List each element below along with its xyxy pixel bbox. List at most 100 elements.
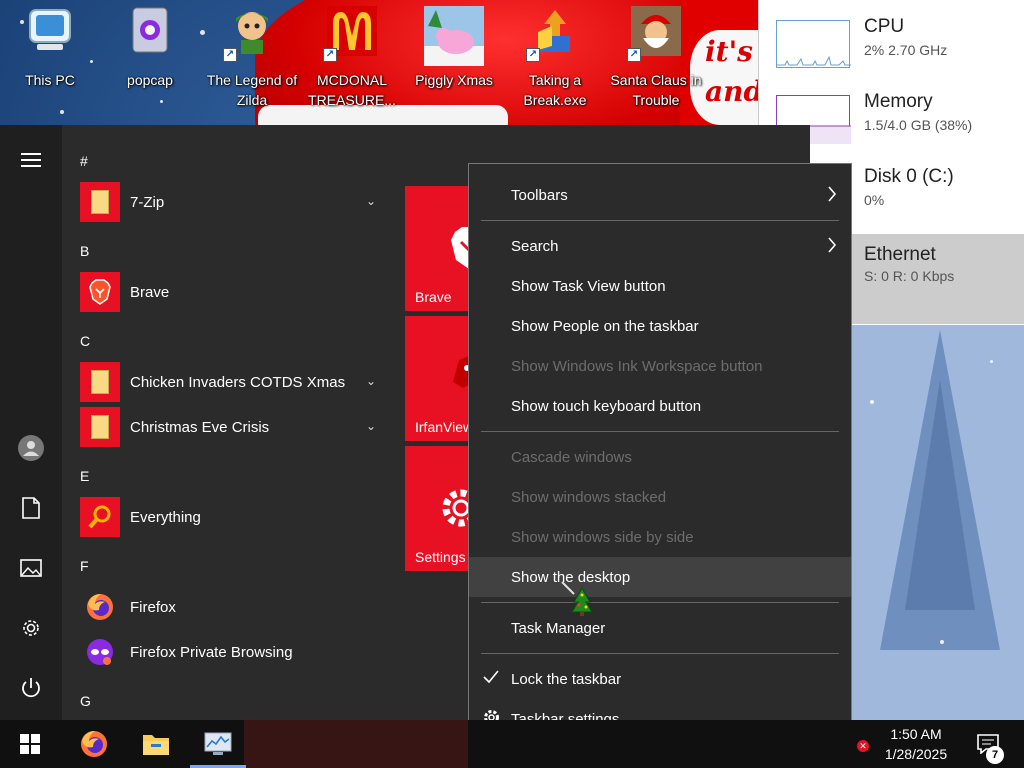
menu-separator xyxy=(481,602,839,603)
group-letter[interactable]: G xyxy=(80,693,91,709)
taskbar-context-menu: Toolbars Search Show Task View button Sh… xyxy=(468,163,852,749)
windows-logo-icon xyxy=(20,734,40,754)
chevron-down-icon[interactable]: ⌄ xyxy=(366,374,376,388)
menu-item-label: Show touch keyboard button xyxy=(511,397,702,415)
chevron-down-icon[interactable]: ⌄ xyxy=(366,194,376,208)
documents-icon[interactable] xyxy=(10,487,52,529)
computer-icon xyxy=(25,6,75,56)
app-name: Christmas Eve Crisis xyxy=(130,418,270,436)
tm-row-cpu[interactable]: CPU 2% 2.70 GHz xyxy=(759,6,1024,78)
pictures-icon[interactable] xyxy=(10,547,52,589)
chevron-right-icon xyxy=(827,186,837,207)
app-name: Everything xyxy=(130,508,201,526)
gear-icon[interactable] xyxy=(10,607,52,649)
menu-item-label: Show windows side by side xyxy=(511,528,694,546)
search-icon xyxy=(80,497,120,537)
tm-row-title: Disk 0 (C:) xyxy=(864,166,954,187)
game-icon: ↗ xyxy=(627,6,681,62)
app-item-7-zip[interactable]: 7-Zip ⌄ xyxy=(80,182,390,222)
desktop-icon-mcdonal-treasure[interactable]: ↗ MCDONAL TREASURE... xyxy=(302,6,402,118)
app-item-christmas-eve-crisis[interactable]: Christmas Eve Crisis ⌄ xyxy=(80,407,390,447)
app-item-everything[interactable]: Everything xyxy=(80,497,390,537)
tile-label: Settings xyxy=(415,549,466,565)
taskbar: ✕ 1:50 AM 1/28/2025 7 xyxy=(0,720,1024,768)
app-name: Brave xyxy=(130,283,170,301)
desktop-icon-taking-a-break[interactable]: ↗ Taking a Break.exe xyxy=(505,6,605,118)
shortcut-arrow-icon: ↗ xyxy=(627,48,641,62)
desktop-icon-label: Santa Claus in Trouble xyxy=(610,72,702,108)
desktop-icon-santa-claus-in-trouble[interactable]: ↗ Santa Claus in Trouble xyxy=(606,6,706,118)
menu-separator xyxy=(481,653,839,654)
desktop-icon-label: Taking a Break.exe xyxy=(523,72,587,108)
menu-item-show-windows-stacked: Show windows stacked xyxy=(469,477,851,517)
desktop-icon-label: The Legend of Zilda xyxy=(206,72,298,108)
desktop-icon-legend-of-zilda[interactable]: ↗ The Legend of Zilda xyxy=(202,6,302,118)
app-item-firefox[interactable]: Firefox xyxy=(80,587,390,627)
menu-item-show-people[interactable]: Show People on the taskbar xyxy=(469,306,851,346)
taskbar-firefox-button[interactable] xyxy=(66,720,122,768)
power-icon[interactable] xyxy=(10,667,52,709)
start-button[interactable] xyxy=(4,720,56,768)
group-letter[interactable]: F xyxy=(80,558,89,574)
app-item-chicken-invaders[interactable]: Chicken Invaders COTDS Xmas ⌄ xyxy=(80,362,390,402)
desktop-icon-popcap[interactable]: popcap xyxy=(100,6,200,118)
clock-date: 1/28/2025 xyxy=(884,746,948,762)
chevron-down-icon[interactable]: ⌄ xyxy=(366,419,376,433)
app-item-firefox-private[interactable]: Firefox Private Browsing xyxy=(80,632,390,672)
menu-item-label: Cascade windows xyxy=(511,448,632,466)
hamburger-menu-icon[interactable] xyxy=(10,139,52,181)
menu-item-lock-taskbar[interactable]: Lock the taskbar xyxy=(469,659,851,699)
tm-row-subtitle: 0% xyxy=(864,192,885,208)
start-rail xyxy=(0,125,62,720)
folder-icon xyxy=(80,182,120,222)
app-name: Firefox xyxy=(130,598,176,616)
chevron-right-icon xyxy=(827,237,837,258)
network-error-icon[interactable]: ✕ xyxy=(857,740,869,752)
group-letter[interactable]: E xyxy=(80,468,89,484)
menu-item-label: Lock the taskbar xyxy=(511,670,622,688)
taskbar-clock[interactable]: 1:50 AM 1/28/2025 xyxy=(870,724,962,764)
tile-brave[interactable]: Brave xyxy=(405,186,471,311)
tm-row-title: Ethernet xyxy=(864,244,936,265)
menu-item-label: Show Task View button xyxy=(511,277,666,295)
menu-item-label: Show windows stacked xyxy=(511,488,667,506)
group-letter[interactable]: # xyxy=(80,153,88,169)
desktop-icon-piggly-xmas[interactable]: Piggly Xmas xyxy=(404,6,504,118)
menu-item-toolbars[interactable]: Toolbars xyxy=(469,175,851,215)
user-avatar-icon[interactable] xyxy=(10,427,52,469)
menu-item-show-desktop[interactable]: Show the desktop xyxy=(469,557,851,597)
folder-icon xyxy=(125,6,175,56)
checkmark-icon xyxy=(483,669,499,690)
gear-icon xyxy=(439,486,471,535)
taskbar-task-manager-button[interactable] xyxy=(190,720,246,768)
desktop-icon-this-pc[interactable]: This PC xyxy=(0,6,100,118)
mcdonalds-icon: ↗ xyxy=(323,6,377,62)
tree-icon xyxy=(905,380,975,610)
tile-settings[interactable]: Settings xyxy=(405,446,471,571)
tile-label: IrfanView xyxy=(415,419,471,435)
desktop-icon-label: popcap xyxy=(127,72,173,88)
group-letter[interactable]: B xyxy=(80,243,89,259)
menu-item-show-touch-keyboard[interactable]: Show touch keyboard button xyxy=(469,386,851,426)
menu-item-show-windows-side-by-side: Show windows side by side xyxy=(469,517,851,557)
menu-separator xyxy=(481,431,839,432)
app-name: 7-Zip xyxy=(130,193,165,211)
app-item-brave[interactable]: Brave xyxy=(80,272,390,312)
menu-item-show-task-view[interactable]: Show Task View button xyxy=(469,266,851,306)
menu-separator xyxy=(481,220,839,221)
tile-irfanview[interactable]: IrfanView xyxy=(405,316,471,441)
notification-count-badge: 7 xyxy=(986,746,1004,764)
menu-item-task-manager[interactable]: Task Manager xyxy=(469,608,851,648)
desktop-icon-label: This PC xyxy=(25,72,75,88)
taskbar-wallpaper-strip xyxy=(244,720,468,768)
menu-item-search[interactable]: Search xyxy=(469,226,851,266)
menu-item-cascade-windows: Cascade windows xyxy=(469,437,851,477)
folder-icon xyxy=(80,362,120,402)
shortcut-arrow-icon: ↗ xyxy=(223,48,237,62)
firefox-private-icon xyxy=(80,632,120,672)
firefox-icon xyxy=(80,587,120,627)
taskbar-file-explorer-button[interactable] xyxy=(128,720,184,768)
tm-row-subtitle: 1.5/4.0 GB (38%) xyxy=(864,117,973,133)
mouse-cursor-icon xyxy=(560,580,594,616)
group-letter[interactable]: C xyxy=(80,333,90,349)
